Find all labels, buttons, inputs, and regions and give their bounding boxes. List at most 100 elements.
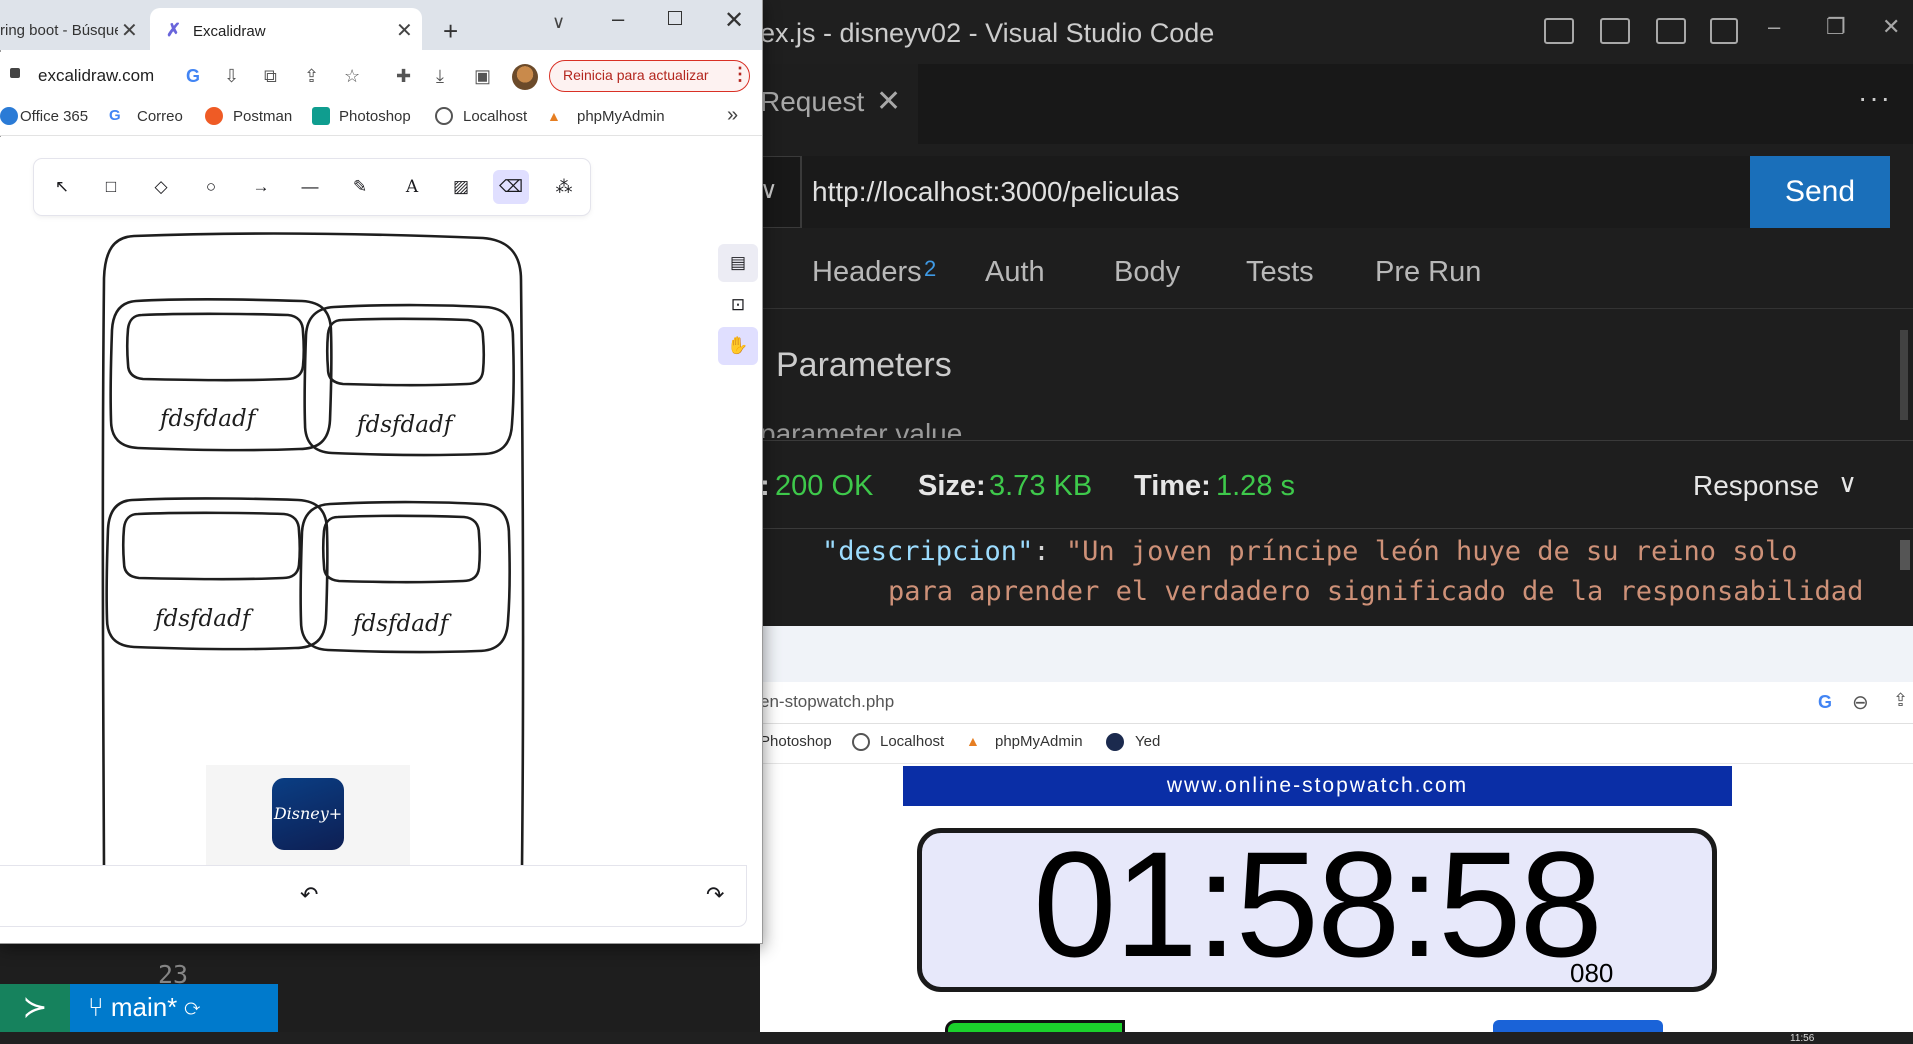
bookmark-localhost[interactable]: Localhost	[880, 733, 944, 750]
stopwatch-tabstrip	[760, 626, 1913, 682]
response-dropdown[interactable]: Response	[1693, 470, 1819, 502]
headers-count-badge: 2	[924, 256, 937, 281]
card-3-label: fdsfdadf	[153, 606, 254, 632]
card-2-image	[325, 317, 486, 387]
bookmark-phpmyadmin[interactable]: phpMyAdmin	[577, 108, 665, 125]
git-branch[interactable]: ⑂ main* ⟳	[88, 992, 200, 1023]
bookmark-postman[interactable]: Postman	[233, 108, 292, 125]
share-icon[interactable]: ⇪	[304, 66, 319, 87]
stopwatch-address-bar[interactable]	[760, 682, 1913, 724]
minimize-icon[interactable]: –	[1768, 14, 1780, 40]
tab-auth[interactable]: Auth	[985, 256, 1045, 289]
stopwatch-url: en-stopwatch.php	[760, 692, 895, 711]
bookmark-phpmyadmin[interactable]: phpMyAdmin	[995, 733, 1083, 750]
tab-excalidraw[interactable]	[150, 8, 422, 52]
time-value: 1.28 s	[1216, 470, 1295, 502]
photoshop-icon	[312, 107, 330, 125]
hand-tool-icon[interactable]: ✋	[718, 327, 758, 365]
new-tab-icon[interactable]: +	[443, 16, 458, 47]
customize-layout-icon[interactable]	[1710, 18, 1738, 44]
bookmark-yed[interactable]: Yed	[1135, 733, 1160, 750]
text-tool-icon[interactable]: A	[394, 170, 430, 204]
size-label: Size:	[918, 470, 986, 502]
chevron-down-icon[interactable]: ∨	[1838, 468, 1857, 499]
stopwatch-site-banner[interactable]: www.online-stopwatch.com	[903, 766, 1732, 806]
update-button[interactable]: Reinicia para actualizar	[549, 60, 750, 92]
tab-body[interactable]: Body	[1114, 256, 1180, 289]
lock-icon[interactable]: ⊡	[718, 286, 758, 324]
image-tool-icon[interactable]: ▨	[443, 170, 479, 204]
card-4-label: fdsfdadf	[351, 611, 452, 637]
toggle-panel-icon[interactable]	[1600, 18, 1630, 44]
excalidraw-icon: ✗	[166, 20, 182, 40]
toggle-secondary-sidebar-icon[interactable]	[1656, 18, 1686, 44]
library-icon[interactable]: ▤	[718, 244, 758, 282]
menu-icon[interactable]: ⋮	[731, 64, 749, 85]
tab-excalidraw-label: Excalidraw	[193, 23, 266, 40]
tab-close-icon[interactable]: ✕	[876, 84, 901, 119]
phpmyadmin-icon: ▲	[966, 733, 980, 749]
pencil-tool-icon[interactable]: ✎	[342, 170, 378, 204]
scrollbar[interactable]	[1900, 330, 1908, 420]
more-bookmarks-icon[interactable]: »	[727, 104, 738, 127]
bookmark-photoshop[interactable]: Photoshop	[760, 733, 832, 750]
minimize-icon[interactable]: –	[612, 6, 624, 32]
close-icon[interactable]: ✕	[1882, 14, 1900, 40]
download-icon[interactable]: ⤓	[436, 66, 444, 87]
arrow-tool-icon[interactable]: →	[243, 170, 279, 204]
json-key: "descripcion"	[822, 536, 1034, 567]
address-bar[interactable]: excalidraw.com	[38, 66, 154, 86]
toggle-primary-sidebar-icon[interactable]	[1544, 18, 1574, 44]
divider	[760, 528, 1913, 529]
editor-gutter	[0, 944, 280, 984]
stopwatch-milliseconds: 080	[1570, 958, 1614, 988]
selection-tool-icon[interactable]: ↖	[44, 170, 80, 204]
eraser-tool-icon[interactable]: ⌫	[493, 170, 529, 204]
shapes-library-icon[interactable]: ⁂	[546, 170, 582, 204]
diamond-tool-icon[interactable]: ◇	[143, 170, 179, 204]
bookmark-office-365[interactable]: Office 365	[20, 108, 88, 125]
maximize-icon[interactable]	[668, 11, 682, 25]
line-tool-icon[interactable]: —	[292, 170, 328, 204]
rectangle-tool-icon[interactable]: □	[93, 170, 129, 204]
google-icon: G	[109, 107, 121, 124]
status-value: 200 OK	[775, 470, 874, 502]
more-actions-icon[interactable]: ···	[1858, 82, 1892, 114]
disney-logo[interactable]: Disney+	[272, 778, 344, 850]
tab-headers[interactable]: Headers	[812, 256, 922, 289]
zoom-icon[interactable]: ⊖	[1852, 690, 1869, 715]
phpmyadmin-icon: ▲	[547, 108, 561, 124]
bookmark-photoshop[interactable]: Photoshop	[339, 108, 411, 125]
redo-icon[interactable]: ↷	[706, 882, 724, 908]
tab-pre-run[interactable]: Pre Run	[1375, 256, 1481, 289]
restore-icon[interactable]: ❐	[1826, 14, 1846, 40]
globe-icon	[852, 733, 870, 751]
tab-tests[interactable]: Tests	[1246, 256, 1314, 289]
scrollbar[interactable]	[1900, 540, 1910, 570]
divider	[760, 308, 1913, 309]
star-icon[interactable]: ☆	[344, 66, 360, 87]
bookmark-localhost[interactable]: Localhost	[463, 108, 527, 125]
chevron-down-icon[interactable]: ∨	[552, 12, 565, 33]
extensions-icon[interactable]: ✚	[396, 66, 411, 87]
google-icon[interactable]: G	[1818, 692, 1832, 713]
tab-close-icon[interactable]: ✕	[396, 18, 413, 43]
ellipse-tool-icon[interactable]: ○	[193, 170, 229, 204]
tab-close-icon[interactable]: ✕	[121, 18, 138, 43]
remote-icon[interactable]: ≻	[0, 984, 70, 1032]
card-1-label: fdsfdadf	[158, 406, 259, 432]
install-icon[interactable]: ⇩	[224, 66, 239, 87]
translate-icon[interactable]: ⧉	[264, 66, 277, 87]
taskbar-clock: 11:56	[1790, 1033, 1815, 1044]
share-icon[interactable]: ⇪	[1893, 690, 1908, 711]
avatar[interactable]	[512, 64, 538, 90]
bookmark-correo[interactable]: Correo	[137, 108, 183, 125]
undo-icon[interactable]: ↶	[300, 882, 318, 908]
url-value: http://localhost:3000/peliculas	[812, 176, 1180, 207]
google-icon[interactable]: G	[186, 66, 200, 87]
globe-icon	[435, 107, 453, 125]
close-icon[interactable]: ✕	[724, 6, 744, 35]
send-button[interactable]: Send	[1750, 156, 1890, 228]
lock-icon[interactable]	[10, 68, 20, 78]
side-panel-icon[interactable]: ▣	[474, 66, 491, 87]
